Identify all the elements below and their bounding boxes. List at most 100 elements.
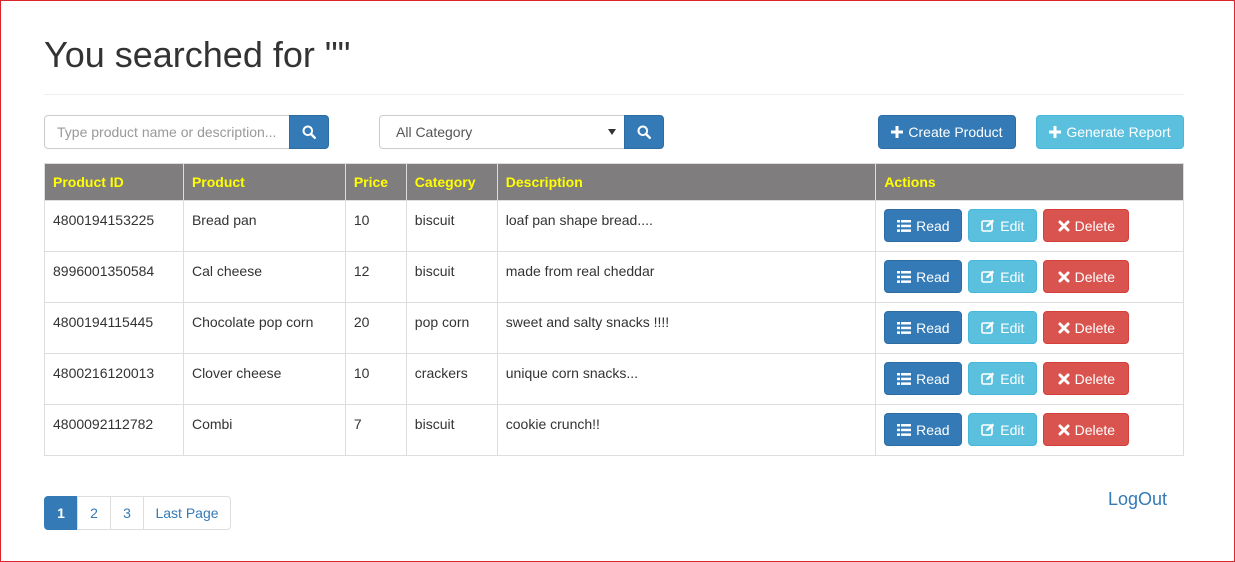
delete-label: Delete	[1074, 217, 1116, 234]
list-icon	[897, 423, 912, 436]
cell-price: 12	[344, 251, 407, 303]
cell-product: Cal cheese	[182, 251, 346, 303]
plus-icon	[1049, 126, 1062, 138]
edit-button[interactable]: Edit	[968, 209, 1038, 242]
cell-description: sweet and salty snacks !!!!	[496, 302, 877, 354]
edit-icon	[981, 423, 995, 436]
read-label: Read	[916, 268, 950, 285]
delete-label: Delete	[1074, 370, 1116, 387]
edit-label: Edit	[1000, 319, 1025, 336]
delete-button[interactable]: Delete	[1043, 209, 1130, 242]
read-button[interactable]: Read	[884, 413, 963, 446]
page-link-2[interactable]: 2	[77, 496, 111, 530]
category-select[interactable]: All Category	[379, 115, 625, 149]
list-icon	[897, 321, 912, 334]
column-header-product-id: Product ID	[44, 163, 184, 201]
search-button[interactable]	[289, 115, 329, 149]
cell-actions: Read Edit Delete	[875, 200, 1184, 252]
logout-link[interactable]: LogOut	[1108, 489, 1167, 510]
edit-icon	[981, 372, 995, 385]
cell-product-id: 4800194153225	[44, 200, 184, 252]
list-icon	[897, 270, 912, 283]
divider	[44, 94, 1184, 95]
cell-actions: Read Edit Delete	[875, 251, 1184, 303]
read-button[interactable]: Read	[884, 362, 963, 395]
cell-price: 7	[344, 404, 407, 456]
cell-description: cookie crunch!!	[496, 404, 877, 456]
cell-description: loaf pan shape bread....	[496, 200, 877, 252]
search-input[interactable]	[44, 115, 290, 149]
cell-actions: Read Edit Delete	[875, 404, 1184, 456]
cell-category: biscuit	[405, 251, 498, 303]
delete-label: Delete	[1074, 319, 1116, 336]
cell-product-id: 4800194115445	[44, 302, 184, 354]
read-button[interactable]: Read	[884, 260, 963, 293]
cell-description: unique corn snacks...	[496, 353, 877, 405]
products-table: Product ID Product Price Category Descri…	[44, 163, 1184, 456]
edit-label: Edit	[1000, 370, 1025, 387]
delete-label: Delete	[1074, 421, 1116, 438]
cell-actions: Read Edit Delete	[875, 302, 1184, 354]
cell-price: 10	[344, 353, 407, 405]
delete-button[interactable]: Delete	[1043, 260, 1130, 293]
read-label: Read	[916, 319, 950, 336]
category-select-value: All Category	[396, 124, 473, 140]
close-icon	[1058, 322, 1070, 334]
cell-category: biscuit	[405, 200, 498, 252]
page-link-3[interactable]: 3	[110, 496, 144, 530]
search-icon	[302, 125, 316, 139]
read-button[interactable]: Read	[884, 209, 963, 242]
cell-category: crackers	[405, 353, 498, 405]
cell-product: Clover cheese	[182, 353, 346, 405]
close-icon	[1058, 424, 1070, 436]
generate-report-button[interactable]: Generate Report	[1036, 115, 1184, 149]
cell-description: made from real cheddar	[496, 251, 877, 303]
list-icon	[897, 372, 912, 385]
edit-button[interactable]: Edit	[968, 413, 1038, 446]
close-icon	[1058, 220, 1070, 232]
edit-button[interactable]: Edit	[968, 260, 1038, 293]
edit-label: Edit	[1000, 217, 1025, 234]
column-header-description: Description	[496, 163, 877, 201]
read-label: Read	[916, 421, 950, 438]
edit-button[interactable]: Edit	[968, 362, 1038, 395]
read-button[interactable]: Read	[884, 311, 963, 344]
delete-button[interactable]: Delete	[1043, 311, 1130, 344]
chevron-down-icon	[608, 129, 616, 135]
category-search-button[interactable]	[624, 115, 664, 149]
cell-category: pop corn	[405, 302, 498, 354]
read-label: Read	[916, 370, 950, 387]
edit-label: Edit	[1000, 421, 1025, 438]
page-link-1[interactable]: 1	[44, 496, 78, 530]
edit-button[interactable]: Edit	[968, 311, 1038, 344]
close-icon	[1058, 271, 1070, 283]
cell-price: 20	[344, 302, 407, 354]
page-link-last[interactable]: Last Page	[143, 496, 231, 530]
create-product-label: Create Product	[908, 124, 1003, 140]
edit-icon	[981, 219, 995, 232]
search-icon	[637, 125, 651, 139]
column-header-category: Category	[405, 163, 498, 201]
column-header-actions: Actions	[875, 163, 1184, 201]
edit-icon	[981, 270, 995, 283]
close-icon	[1058, 373, 1070, 385]
delete-button[interactable]: Delete	[1043, 413, 1130, 446]
cell-product-id: 4800092112782	[44, 404, 184, 456]
table-row: 4800216120013 Clover cheese 10 crackers uniq…	[44, 353, 1184, 405]
column-header-price: Price	[344, 163, 407, 201]
cell-product-id: 4800216120013	[44, 353, 184, 405]
edit-label: Edit	[1000, 268, 1025, 285]
read-label: Read	[916, 217, 950, 234]
delete-label: Delete	[1074, 268, 1116, 285]
edit-icon	[981, 321, 995, 334]
plus-icon	[891, 126, 904, 138]
cell-price: 10	[344, 200, 407, 252]
cell-product: Combi	[182, 404, 346, 456]
create-product-button[interactable]: Create Product	[878, 115, 1016, 149]
delete-button[interactable]: Delete	[1043, 362, 1130, 395]
column-header-product: Product	[182, 163, 346, 201]
cell-product-id: 8996001350584	[44, 251, 184, 303]
cell-product: Bread pan	[182, 200, 346, 252]
pagination: 1 2 3 Last Page	[44, 496, 231, 530]
table-row: 8996001350584 Cal cheese 12 biscuit made fro…	[44, 251, 1184, 303]
